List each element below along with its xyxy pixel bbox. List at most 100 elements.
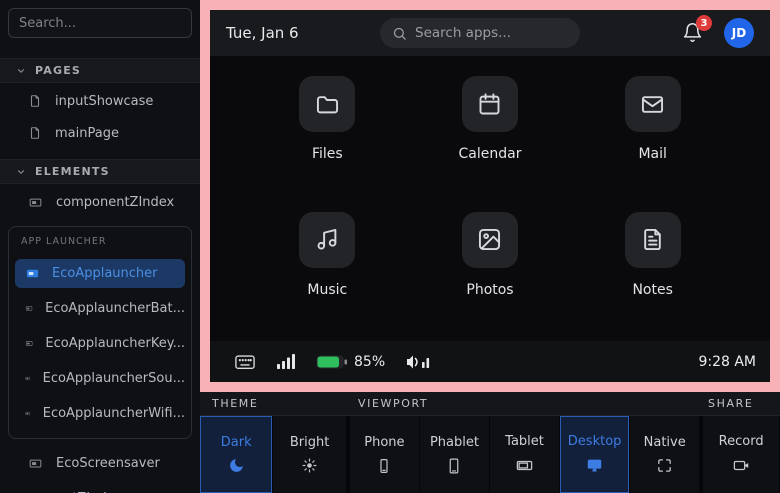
app-label: Calendar [459,146,522,162]
app-music[interactable]: Music [246,212,409,342]
component-icon [25,266,40,281]
button-label: Tablet [505,434,544,449]
signal-strength-icon [276,353,296,370]
volume-icon[interactable] [405,353,435,371]
toolbar-buttons: Dark Bright Phone Phablet Tablet Des [200,416,780,493]
app-label: Notes [632,282,672,298]
music-icon [314,226,341,253]
viewport-phone-button[interactable]: Phone [350,416,419,493]
group-label: APP LAUNCHER [15,233,185,253]
sidebar-item-label: componentZIndex [56,195,174,210]
section-label: ELEMENTS [35,165,110,178]
sidebar-item-label: EcoApplauncherWifi... [43,406,185,421]
app-mail[interactable]: Mail [571,76,734,206]
launcher-topbar: Tue, Jan 6 3 JD [210,10,770,56]
button-label: Phablet [430,435,479,450]
moon-icon [228,457,245,474]
clock: 9:28 AM [698,354,756,370]
section-header-pages[interactable]: PAGES [0,58,200,83]
date-label: Tue, Jan 6 [226,24,376,42]
component-sidebar: PAGES inputShowcase mainPage ELEMENTS co… [0,0,200,493]
app-label: Photos [466,282,513,298]
tablet-viewport-icon [515,456,534,475]
app-root: PAGES inputShowcase mainPage ELEMENTS co… [0,0,780,493]
eco-applauncher: Tue, Jan 6 3 JD [210,10,770,382]
sidebar-item-ecoapplauncherkey[interactable]: EcoApplauncherKey... [15,329,185,358]
chevron-down-icon [16,167,26,177]
phablet-viewport-icon [445,457,463,475]
avatar[interactable]: JD [724,18,754,48]
topbar-right: 3 JD [682,18,754,48]
sidebar-item-label: EcoScreensaver [56,456,160,471]
component-icon [25,406,31,421]
theme-bright-button[interactable]: Bright [273,416,345,493]
app-grid: Files Calendar Mail [210,56,770,341]
app-tile [299,76,355,132]
toolbar-header: THEME VIEWPORT SHARE [200,392,780,416]
app-tile [462,76,518,132]
notification-badge: 3 [696,15,712,31]
button-label: Record [719,434,764,449]
sidebar-item-label: EcoApplauncherSou... [43,371,185,386]
theme-dark-button[interactable]: Dark [200,416,272,493]
button-label: Dark [221,435,252,450]
sidebar-item-label: inputShowcase [55,94,153,109]
mail-icon [639,91,666,118]
app-launcher-group: APP LAUNCHER EcoApplauncher EcoApplaunch… [8,226,192,439]
sidebar-item-componentzindex[interactable]: componentZIndex [0,188,200,216]
launcher-statusbar: 85% 9:28 AM [210,341,770,382]
section-header-elements[interactable]: ELEMENTS [0,159,200,184]
sidebar-item-label: EcoApplauncherKey... [45,336,185,351]
sidebar-item-ecoapplauncher[interactable]: EcoApplauncher [15,259,185,288]
phone-viewport-icon [375,457,393,475]
notifications-button[interactable]: 3 [682,22,704,44]
component-icon [28,195,43,210]
sidebar-item-mainpage[interactable]: mainPage [0,119,200,147]
chevron-down-icon [16,66,26,76]
viewport-desktop-button[interactable]: Desktop [560,416,629,493]
folder-icon [314,91,341,118]
sidebar-item-getzindex[interactable]: getZIndex [0,484,200,493]
viewport-tablet-button[interactable]: Tablet [490,416,559,493]
app-label: Mail [638,146,666,162]
app-search-input[interactable] [415,25,565,41]
native-fullscreen-icon [656,457,673,474]
app-tile [625,76,681,132]
button-label: Phone [364,435,404,450]
theme-group-label: THEME [212,397,258,410]
sidebar-item-ecoapplauncherbat[interactable]: EcoApplauncherBat... [15,294,185,323]
app-notes[interactable]: Notes [571,212,734,342]
preview-pane: Tue, Jan 6 3 JD [200,0,780,392]
sidebar-item-label: EcoApplauncherBat... [45,301,185,316]
button-label: Native [644,435,686,450]
viewport-phablet-button[interactable]: Phablet [420,416,489,493]
share-record-button[interactable]: Record [703,416,779,493]
app-search[interactable] [380,18,580,48]
sidebar-search-input[interactable] [8,8,192,38]
sidebar-item-ecoscreensaver[interactable]: EcoScreensaver [0,449,200,477]
viewport-native-button[interactable]: Native [630,416,699,493]
component-icon [25,301,33,316]
battery-indicator: 85% [316,354,385,370]
button-label: Desktop [568,434,622,449]
page-icon [28,126,42,140]
sidebar-item-inputshowcase[interactable]: inputShowcase [0,87,200,115]
section-label: PAGES [35,64,81,77]
app-calendar[interactable]: Calendar [409,76,572,206]
sidebar-item-label: EcoApplauncher [52,266,158,281]
viewport-group-label: VIEWPORT [358,397,428,410]
sidebar-item-ecoapplauncherwifi[interactable]: EcoApplauncherWifi... [15,399,185,428]
app-photos[interactable]: Photos [409,212,572,342]
search-icon [392,26,407,41]
app-tile [625,212,681,268]
component-icon [25,371,31,386]
app-label: Files [312,146,343,162]
app-files[interactable]: Files [246,76,409,206]
record-video-icon [732,456,751,475]
keyboard-icon[interactable] [234,352,256,372]
photos-icon [476,226,503,253]
desktop-viewport-icon [585,456,604,475]
app-tile [462,212,518,268]
preview-toolbar: THEME VIEWPORT SHARE Dark Bright Phone P… [200,392,780,493]
sidebar-item-ecoapplaunchersou[interactable]: EcoApplauncherSou... [15,364,185,393]
